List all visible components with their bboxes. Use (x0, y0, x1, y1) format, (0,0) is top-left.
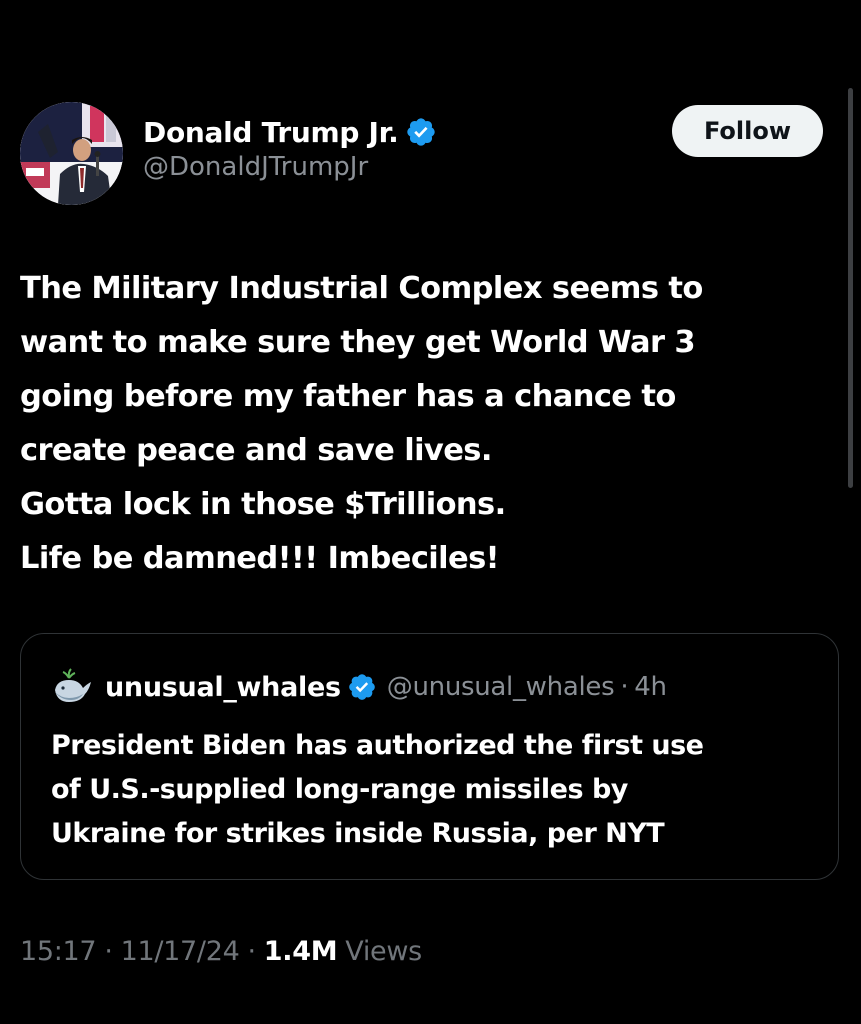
views-count[interactable]: 1.4M (264, 936, 338, 967)
tweet-header: Donald Trump Jr. @DonaldJTrumpJr Follow (20, 100, 825, 208)
tweet-meta: 15:17 · 11/17/24 · 1.4M Views (20, 936, 422, 967)
tweet-text: The Military Industrial Complex seems to… (20, 262, 830, 586)
tweet-text-line: Life be damned!!! Imbeciles! (20, 541, 500, 576)
quoted-text-line: President Biden has authorized the first… (51, 730, 704, 761)
tweet-text-line: Gotta lock in those $Trillions. (20, 487, 506, 522)
avatar[interactable] (20, 102, 123, 205)
dot-separator: · (247, 936, 256, 967)
quoted-text-line: Ukraine for strikes inside Russia, per N… (51, 818, 665, 849)
whale-icon[interactable] (51, 666, 93, 708)
scrollbar[interactable] (848, 88, 853, 488)
author-name-row: Donald Trump Jr. (143, 112, 437, 152)
verified-badge-icon[interactable] (405, 116, 437, 148)
tweet-text-line: The Military Industrial Complex seems to (20, 271, 703, 306)
quoted-tweet-card[interactable]: unusual_whales @unusual_whales · 4h Pres… (20, 633, 839, 880)
quoted-tweet-header: unusual_whales @unusual_whales · 4h (51, 666, 667, 708)
quoted-author-handle[interactable]: @unusual_whales (387, 672, 615, 702)
author-handle[interactable]: @DonaldJTrumpJr (143, 152, 437, 182)
dot-separator: · (620, 672, 629, 702)
quoted-text-line: of U.S.-supplied long-range missiles by (51, 774, 628, 805)
tweet-text-line: going before my father has a chance to (20, 379, 676, 414)
tweet-text-line: want to make sure they get World War 3 (20, 325, 696, 360)
views-label[interactable]: Views (345, 936, 422, 967)
author-name[interactable]: Donald Trump Jr. (143, 116, 399, 149)
tweet-date[interactable]: 11/17/24 (121, 936, 240, 967)
quoted-tweet-time[interactable]: 4h (634, 672, 667, 702)
dot-separator: · (104, 936, 113, 967)
author-info: Donald Trump Jr. @DonaldJTrumpJr (143, 112, 437, 182)
tweet-text-line: create peace and save lives. (20, 433, 492, 468)
tweet-time[interactable]: 15:17 (20, 936, 97, 967)
verified-badge-icon[interactable] (347, 672, 377, 702)
tweet-detail-view: Donald Trump Jr. @DonaldJTrumpJr Follow … (0, 0, 861, 1024)
quoted-author-name[interactable]: unusual_whales (105, 672, 341, 703)
follow-button[interactable]: Follow (672, 105, 823, 157)
quoted-tweet-text: President Biden has authorized the first… (51, 724, 821, 856)
